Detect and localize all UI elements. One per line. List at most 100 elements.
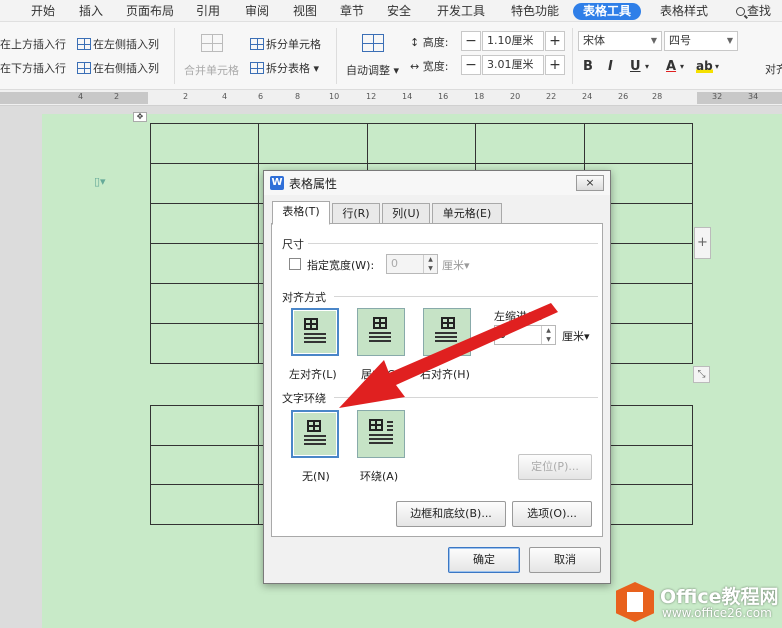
merge-cells-button[interactable]: 合并单元格	[184, 62, 239, 78]
text-line-icon	[304, 443, 326, 445]
indent-unit-select[interactable]: 厘米▾	[562, 328, 590, 344]
table-properties-dialog: W 表格属性 × 尺寸 指定宽度(W): 0 ▲ ▼ 厘米▾ 对齐方式 左对齐(L)	[263, 170, 611, 584]
menu-features[interactable]: 特色功能	[511, 3, 559, 20]
ruler-tick: 4	[78, 92, 84, 101]
table-cell[interactable]	[366, 123, 477, 164]
height-label-text: 高度:	[422, 36, 449, 49]
font-color-button[interactable]: A	[666, 59, 676, 74]
menu-security[interactable]: 安全	[387, 3, 411, 20]
wrap-around-option[interactable]	[357, 410, 405, 458]
menu-search[interactable]: 查找	[736, 3, 771, 20]
menu-view[interactable]: 视图	[293, 3, 317, 20]
text-line-icon	[387, 421, 393, 423]
menu-home[interactable]: 开始	[31, 3, 55, 20]
table-cell[interactable]	[149, 484, 260, 525]
width-decrease-button[interactable]: −	[461, 55, 481, 75]
highlight-button[interactable]: ab	[696, 59, 713, 73]
table-cell[interactable]	[149, 283, 260, 324]
align-left-option[interactable]	[291, 308, 339, 356]
table-width-input[interactable]: 0 ▲ ▼	[386, 254, 438, 274]
document-icon[interactable]: ▯▾	[94, 175, 106, 188]
font-size-select[interactable]: 四号 ▼	[664, 31, 738, 51]
close-button[interactable]: ×	[576, 175, 604, 191]
tab-table[interactable]: 表格(T)	[272, 201, 330, 225]
specify-width-checkbox[interactable]	[289, 258, 301, 270]
table-resize-handle[interactable]: ⤡	[693, 366, 710, 383]
width-unit-select[interactable]: 厘米▾	[442, 257, 470, 273]
split-cells-button[interactable]: 拆分单元格	[250, 36, 321, 52]
menu-search-label: 查找	[747, 4, 772, 18]
horizontal-ruler[interactable]: 4 2 2 4 6 8 10 12 14 16 18 20 22 24 26 2…	[0, 90, 782, 106]
table-cell[interactable]	[149, 323, 260, 364]
align-button[interactable]: 对齐	[765, 61, 782, 77]
menu-references[interactable]: 引用	[196, 3, 220, 20]
width-input[interactable]: 3.01厘米	[482, 55, 544, 75]
spin-down-icon[interactable]: ▼	[423, 264, 437, 273]
wrap-none-icon	[304, 420, 326, 445]
tab-row[interactable]: 行(R)	[332, 203, 380, 224]
table-cell[interactable]	[149, 123, 260, 164]
spin-down-icon[interactable]: ▼	[541, 335, 555, 344]
options-button[interactable]: 选项(O)...	[512, 501, 592, 527]
text-line-icon	[369, 442, 393, 444]
ruler-tick: 10	[329, 92, 340, 101]
table-cell[interactable]	[258, 123, 368, 164]
italic-button[interactable]: I	[608, 59, 613, 74]
table-cell[interactable]	[149, 163, 260, 204]
height-input[interactable]: 1.10厘米	[482, 31, 544, 51]
table-cell[interactable]	[475, 123, 585, 164]
height-increase-button[interactable]: +	[545, 31, 565, 51]
width-increase-button[interactable]: +	[545, 55, 565, 75]
table-cell[interactable]	[149, 405, 260, 446]
indent-input[interactable]: 0 ▲ ▼	[494, 325, 556, 345]
table-move-handle[interactable]: ✥	[133, 112, 147, 122]
group-divider	[334, 296, 598, 297]
split-cells-label: 拆分单元格	[266, 38, 321, 51]
insert-col-left-button[interactable]: 在左侧插入列	[77, 36, 159, 52]
table-cell[interactable]	[149, 444, 260, 486]
font-name-select[interactable]: 宋体 ▼	[578, 31, 662, 51]
chevron-down-icon[interactable]: ▾	[680, 62, 684, 71]
tab-column[interactable]: 列(U)	[382, 203, 430, 224]
menu-review[interactable]: 审阅	[245, 3, 269, 20]
dialog-title: 表格属性	[289, 177, 338, 191]
ruler-tick: 2	[114, 92, 120, 101]
chevron-down-icon[interactable]: ▾	[645, 62, 649, 71]
menu-insert[interactable]: 插入	[79, 3, 103, 20]
tab-cell[interactable]: 单元格(E)	[432, 203, 502, 224]
menu-developer[interactable]: 开发工具	[437, 3, 485, 20]
insert-col-right-button[interactable]: 在右侧插入列	[77, 60, 159, 76]
menu-table-style[interactable]: 表格样式	[660, 3, 708, 20]
dialog-titlebar[interactable]: W 表格属性 ×	[264, 171, 610, 195]
table-cell[interactable]	[583, 123, 694, 164]
split-table-button[interactable]: 拆分表格 ▾	[250, 60, 319, 76]
bold-button[interactable]: B	[583, 59, 593, 74]
spin-up-icon[interactable]: ▲	[423, 255, 437, 264]
position-button[interactable]: 定位(P)...	[518, 454, 592, 480]
ruler-tick: 24	[582, 92, 593, 101]
auto-adjust-button[interactable]: 自动调整 ▾	[346, 62, 399, 78]
text-line-icon	[304, 341, 326, 343]
insert-row-below-button[interactable]: 在下方插入行	[0, 60, 66, 76]
add-column-button[interactable]: +	[694, 227, 711, 259]
table-cell[interactable]	[149, 243, 260, 284]
menu-page-layout[interactable]: 页面布局	[126, 3, 174, 20]
insert-row-above-button[interactable]: 在上方插入行	[0, 36, 66, 52]
spin-up-icon[interactable]: ▲	[541, 326, 555, 335]
table-cell[interactable]	[149, 203, 260, 244]
borders-shading-button[interactable]: 边框和底纹(B)...	[396, 501, 506, 527]
indent-value: 0	[499, 328, 506, 341]
watermark-url: www.office26.com	[662, 606, 772, 620]
underline-button[interactable]: U	[630, 59, 641, 74]
ok-button[interactable]: 确定	[448, 547, 520, 573]
align-center-option[interactable]	[357, 308, 405, 356]
chevron-down-icon[interactable]: ▾	[715, 62, 719, 71]
height-decrease-button[interactable]: −	[461, 31, 481, 51]
text-line-icon	[304, 333, 326, 335]
menu-chapter[interactable]: 章节	[340, 3, 364, 20]
wrap-none-option[interactable]	[291, 410, 339, 458]
menu-table-tools[interactable]: 表格工具	[573, 3, 642, 20]
cancel-button[interactable]: 取消	[529, 547, 601, 573]
align-right-option[interactable]	[423, 308, 471, 356]
size-group-label: 尺寸	[282, 238, 304, 251]
